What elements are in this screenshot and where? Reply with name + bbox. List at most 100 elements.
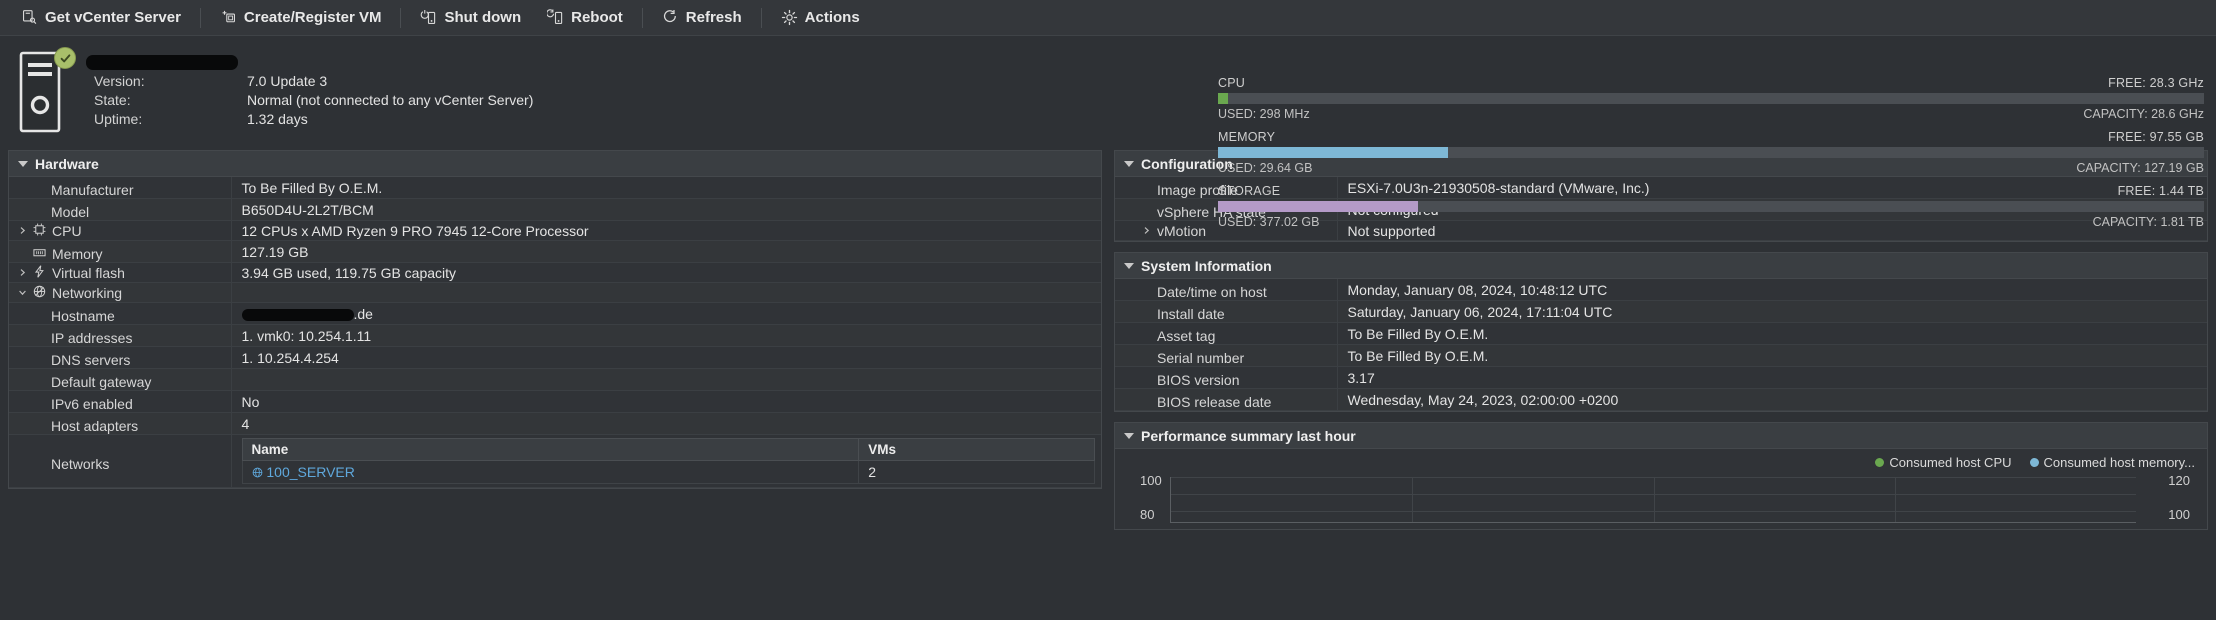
hardware-row-key: Model <box>9 198 231 221</box>
state-value: Normal (not connected to any vCenter Ser… <box>247 92 534 108</box>
refresh-button[interactable]: Refresh <box>649 3 755 32</box>
performance-panel-header[interactable]: Performance summary last hour <box>1115 423 2207 449</box>
esxi-host-page: Get vCenter Server Create/Register VM Sh… <box>0 0 2216 620</box>
version-label: Version: <box>94 73 145 89</box>
memory-meter-bar <box>1218 147 2204 158</box>
hardware-row-value: 1. vmk0: 10.254.1.11 <box>230 324 1101 347</box>
storage-meter-free: FREE: 1.44 TB <box>2117 184 2204 198</box>
hardware-row-value: 4 <box>230 412 1101 435</box>
host-field-version: Version: 7.0 Update 3 <box>94 72 533 91</box>
get-vcenter-server-button[interactable]: Get vCenter Server <box>8 3 194 32</box>
networks-column-header[interactable]: VMs <box>858 438 1095 461</box>
get-vcenter-server-label: Get vCenter Server <box>45 9 181 26</box>
table-row: Host adapters 4 <box>9 412 1101 435</box>
hardware-key-label: Default gateway <box>51 374 152 390</box>
hardware-row-key: CPU <box>9 220 231 241</box>
network-row[interactable]: 100_SERVER 2 <box>241 460 1095 484</box>
storage-meter-used: USED: 377.02 GB <box>1218 215 1320 229</box>
create-register-vm-label: Create/Register VM <box>243 9 382 26</box>
table-row: IPv6 enabled No <box>9 390 1101 413</box>
hardware-row-key: Hostname <box>9 302 231 325</box>
hardware-key-label: DNS servers <box>51 352 131 368</box>
reboot-icon <box>547 9 563 25</box>
cpu-meter-capacity: CAPACITY: 28.6 GHz <box>2083 107 2204 121</box>
hostname-redacted <box>86 55 238 70</box>
legend-label-cpu: Consumed host CPU <box>1889 455 2012 470</box>
network-name-link[interactable]: 100_SERVER <box>266 464 354 480</box>
actions-label: Actions <box>804 9 860 26</box>
system-information-row-key: Asset tag <box>1115 322 1337 345</box>
storage-meter: STORAGE FREE: 1.44 TB USED: 377.02 GB CA… <box>1206 184 2216 229</box>
table-row: Default gateway <box>9 368 1101 391</box>
shut-down-label: Shut down <box>444 9 522 26</box>
legend-item-cpu[interactable]: Consumed host CPU <box>1875 455 2012 470</box>
hardware-row-value <box>230 368 1101 391</box>
chart-body: 100 80 120 100 <box>1124 473 2198 523</box>
memory-meter-title: MEMORY <box>1218 130 1276 144</box>
hardware-title: Hardware <box>35 155 99 172</box>
hardware-row-value: .de <box>230 302 1101 325</box>
create-register-vm-button[interactable]: Create/Register VM <box>207 3 395 32</box>
hardware-row-key: Virtual flash <box>9 262 231 283</box>
hardware-panel: Hardware Manufacturer To Be Filled By O.E… <box>8 150 1102 489</box>
legend-label-memory: Consumed host memory... <box>2043 455 2195 470</box>
storage-meter-bar <box>1218 201 2204 212</box>
system-information-panel-header[interactable]: System Information <box>1115 253 2207 279</box>
table-row[interactable]: CPU 12 CPUs x AMD Ryzen 9 PRO 7945 12-Cor… <box>9 220 1101 241</box>
chevron-down-icon <box>1124 262 1134 269</box>
actions-button[interactable]: Actions <box>768 3 873 32</box>
network-small-icon <box>252 464 263 480</box>
chart-legend: Consumed host CPU Consumed host memory..… <box>1875 455 2195 470</box>
host-icon-wrap <box>18 47 76 134</box>
hardware-row-key: Host adapters <box>9 412 231 435</box>
network-icon <box>33 285 46 301</box>
hardware-row-key: Memory <box>9 240 231 263</box>
performance-title: Performance summary last hour <box>1141 427 1356 444</box>
system-information-row-value: Monday, January 08, 2024, 10:48:12 UTC <box>1336 279 2207 301</box>
toolbar-divider-4 <box>760 7 762 28</box>
reboot-button[interactable]: Reboot <box>534 3 636 32</box>
table-row: Model B650D4U-2L2T/BCM <box>9 198 1101 221</box>
chart-plot-area <box>1170 477 2136 523</box>
table-row: IP addresses 1. vmk0: 10.254.1.11 <box>9 324 1101 347</box>
hardware-key-label: CPU <box>52 222 82 239</box>
cpu-meter-free: FREE: 28.3 GHz <box>2108 76 2204 90</box>
networks-column-header[interactable]: Name <box>241 438 860 461</box>
table-row: Install date Saturday, January 06, 2024, … <box>1115 300 2207 323</box>
hardware-row-key: Manufacturer <box>9 177 231 199</box>
networks-table: Name VMs 100_SERVER 2 <box>241 438 1096 484</box>
legend-item-memory[interactable]: Consumed host memory... <box>2029 455 2195 470</box>
resource-meters: CPU FREE: 28.3 GHz USED: 298 MHz CAPACIT… <box>1206 76 2216 238</box>
hardware-row-value: No <box>230 390 1101 413</box>
system-information-row-value: Saturday, January 06, 2024, 17:11:04 UTC <box>1336 300 2207 323</box>
host-field-state: State: Normal (not connected to any vCen… <box>94 91 533 110</box>
legend-dot-cpu <box>1875 458 1885 467</box>
shut-down-button[interactable]: Shut down <box>407 3 534 32</box>
network-name-cell: 100_SERVER <box>241 460 860 484</box>
toolbar-divider-2 <box>400 7 402 28</box>
toolbar-divider-3 <box>641 7 643 28</box>
legend-dot-memory <box>2029 458 2039 467</box>
storage-meter-capacity: CAPACITY: 1.81 TB <box>2092 215 2204 229</box>
cpu-meter-used: USED: 298 MHz <box>1218 107 1310 121</box>
cpu-meter-fill <box>1218 93 1228 104</box>
system-information-title: System Information <box>1141 257 1272 274</box>
system-information-row-value: 3.17 <box>1336 366 2207 389</box>
cpu-icon <box>33 223 46 239</box>
memory-meter-used: USED: 29.64 GB <box>1218 161 1313 175</box>
system-information-row-value: To Be Filled By O.E.M. <box>1336 322 2207 345</box>
hardware-row-key: Default gateway <box>9 368 231 391</box>
chevron-down-icon <box>18 160 28 167</box>
table-row[interactable]: Networking <box>9 282 1101 303</box>
y-left-tick-100: 100 <box>1140 473 1162 488</box>
table-row: BIOS release date Wednesday, May 24, 2023… <box>1115 388 2207 411</box>
left-column: Hardware Manufacturer To Be Filled By O.E… <box>8 150 1102 540</box>
table-row[interactable]: Virtual flash 3.94 GB used, 119.75 GB cap… <box>9 262 1101 283</box>
hardware-panel-header[interactable]: Hardware <box>9 151 1101 177</box>
create-vm-icon <box>222 10 235 23</box>
table-row: DNS servers 1. 10.254.4.254 <box>9 346 1101 369</box>
flash-icon <box>33 265 46 281</box>
chevron-down-icon <box>1124 432 1134 439</box>
uptime-label: Uptime: <box>94 111 143 127</box>
memory-meter-free: FREE: 97.55 GB <box>2108 130 2204 144</box>
